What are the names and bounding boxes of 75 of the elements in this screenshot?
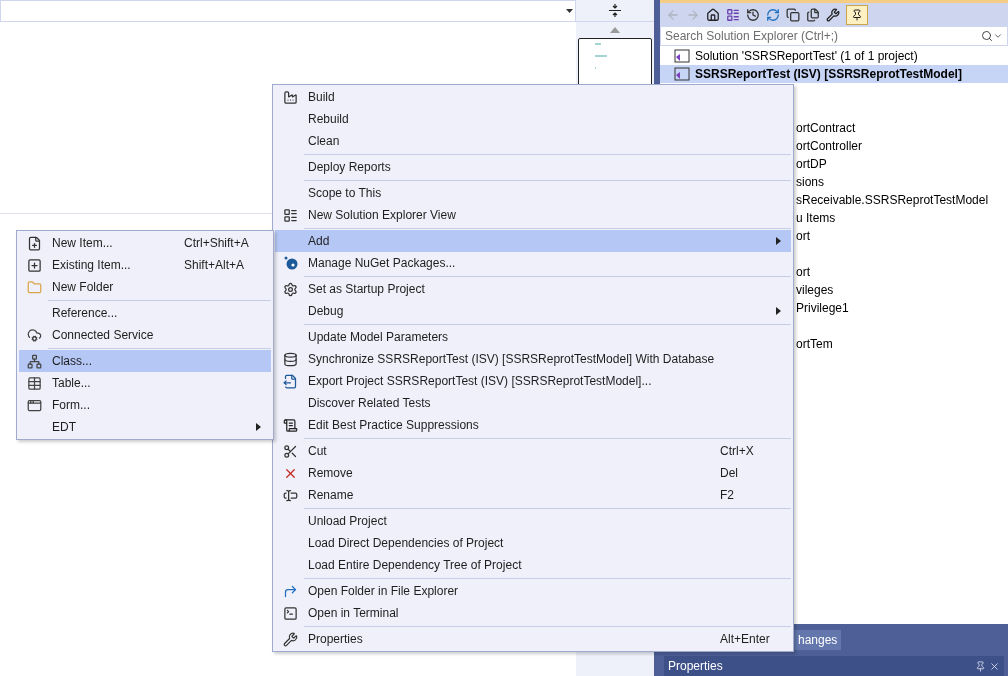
refresh-icon[interactable] (766, 7, 780, 22)
scissors-icon (283, 443, 298, 459)
menu-item[interactable]: Edit Best Practice Suppressions (275, 414, 791, 436)
pin-icon (851, 8, 863, 21)
project-view-icon[interactable] (726, 7, 740, 22)
file-export-icon (283, 373, 298, 389)
database-icon (283, 351, 298, 367)
panel-title: Properties (668, 658, 724, 675)
pin-icon[interactable] (975, 660, 986, 672)
menu-item[interactable]: Discover Related Tests (275, 392, 791, 414)
new-file-icon (27, 235, 42, 251)
close-icon[interactable] (989, 660, 1000, 672)
menu-item[interactable]: Open in Terminal (275, 602, 791, 624)
collapse-icon[interactable] (786, 7, 800, 22)
menu-item[interactable]: Clean (275, 130, 791, 152)
menu-item[interactable]: Load Direct Dependencies of Project (275, 532, 791, 554)
menu-item[interactable]: Properties Alt+Enter (275, 628, 791, 650)
menu-item[interactable]: Rebuild (275, 108, 791, 130)
search-icon (981, 30, 993, 42)
pin-button[interactable] (846, 4, 868, 25)
list-view-icon (283, 207, 298, 223)
home-icon[interactable] (706, 7, 720, 22)
folder-icon (27, 279, 42, 295)
table-icon (27, 375, 42, 391)
menu-item[interactable]: Add (275, 230, 791, 252)
menu-item[interactable]: New Item... Ctrl+Shift+A (19, 232, 271, 254)
menu-item[interactable]: Existing Item... Shift+Alt+A (19, 254, 271, 276)
menu-item[interactable]: Connected Service (19, 324, 271, 346)
menu-item[interactable]: EDT (19, 416, 271, 438)
menu-item[interactable]: Table... (19, 372, 271, 394)
menu-item[interactable]: Synchronize SSRSReportTest (ISV) [SSRSReprotTestModel] With Database (275, 348, 791, 370)
menu-item[interactable]: Reference... (19, 302, 271, 324)
menu-item[interactable]: Set as Startup Project (275, 278, 791, 300)
menu-item[interactable]: Class... (19, 350, 271, 372)
menu-item[interactable]: Remove Del (275, 462, 791, 484)
terminal-icon (283, 605, 298, 621)
menu-item[interactable]: New Solution Explorer View (275, 204, 791, 226)
curved-arrow-icon (283, 583, 298, 599)
menu-item[interactable]: Rename F2 (275, 484, 791, 506)
menu-item[interactable]: Load Entire Dependency Tree of Project (275, 554, 791, 576)
text-cursor-icon (283, 487, 298, 503)
settings-icon (283, 281, 298, 297)
menu-item[interactable]: Open Folder in File Explorer (275, 580, 791, 602)
split-icon (609, 4, 621, 17)
wrench-icon (283, 631, 298, 647)
history-icon[interactable] (746, 7, 760, 22)
class-icon (27, 353, 42, 369)
copy-icon[interactable] (806, 7, 820, 22)
window-icon (27, 397, 42, 413)
menu-item[interactable]: Cut Ctrl+X (275, 440, 791, 462)
wrench-icon[interactable] (826, 7, 840, 22)
menu-item[interactable]: Manage NuGet Packages... (275, 252, 791, 274)
menu-item[interactable]: Scope to This (275, 182, 791, 204)
menu-item[interactable]: New Folder (19, 276, 271, 298)
scroll-icon (283, 417, 298, 433)
menu-item[interactable]: Unload Project (275, 510, 791, 532)
search-field[interactable]: Search Solution Explorer (Ctrl+;) (660, 26, 1008, 46)
menu-item[interactable]: Export Project SSRSReportTest (ISV) [SSRSReprotTestModel]... (275, 370, 791, 392)
dropdown-caret-icon (993, 31, 1003, 41)
cloud-icon (27, 327, 42, 343)
menu-item[interactable]: Deploy Reports (275, 156, 791, 178)
factory-icon (283, 89, 298, 105)
plus-square-icon (27, 257, 42, 273)
menu-item[interactable]: Debug (275, 300, 791, 322)
tree-item[interactable]: Solution 'SSRSReportTest' (1 of 1 project) (660, 47, 1008, 65)
submenu-arrow-icon (256, 423, 261, 431)
menu-item[interactable]: Form... (19, 394, 271, 416)
menu-item[interactable]: Update Model Parameters (275, 326, 791, 348)
submenu-arrow-icon (776, 307, 781, 315)
submenu-arrow-icon (776, 237, 781, 245)
menu-item[interactable]: Build (275, 86, 791, 108)
dropdown-caret-icon (566, 9, 573, 13)
search-input[interactable]: Search Solution Explorer (Ctrl+;) (665, 27, 981, 45)
minimap-drawing (595, 43, 607, 69)
tree-item[interactable]: SSRSReportTest (ISV) [SSRSReprotTestModel] (660, 65, 1008, 83)
